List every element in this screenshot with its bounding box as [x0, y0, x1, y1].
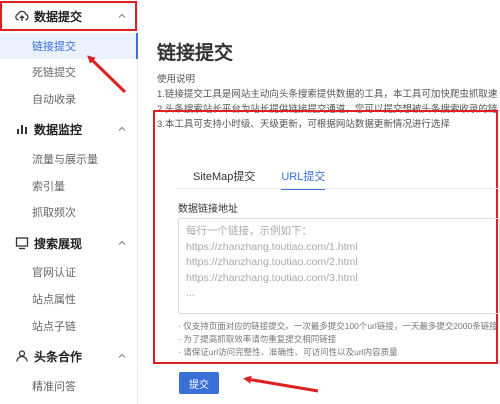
tab-url-submit[interactable]: URL提交 — [281, 168, 326, 190]
sidebar-item-traffic[interactable]: 流量与展示量 — [0, 146, 138, 172]
hint-line: · 仅支持页面对应的链接提交。一次最多提交100个url链接，一天最多提交200… — [178, 321, 498, 331]
annotation-box-sidebar — [0, 1, 137, 31]
chevron-up-icon — [118, 353, 126, 358]
field-label: 数据链接地址 — [178, 204, 238, 215]
chevron-up-icon — [118, 126, 126, 131]
textarea-placeholder-line: https://zhanzhang.toutiao.com/1.html — [186, 240, 358, 253]
sidebar-item-auto-index[interactable]: 自动收录 — [0, 86, 138, 112]
sidebar-item-site-sublinks[interactable]: 站点子链 — [0, 313, 138, 339]
textarea-placeholder-line: https://zhanzhang.toutiao.com/3.html — [186, 271, 358, 284]
textarea-placeholder-line: ... — [186, 287, 195, 299]
user-icon — [16, 350, 28, 362]
sidebar-item-official-cert[interactable]: 官网认证 — [0, 259, 138, 285]
arrow-to-submit-button — [243, 375, 319, 393]
sidebar: 数据提交 链接提交 死链提交 自动收录 数据监控 流量与展示量 索引量 抓取频次… — [0, 0, 138, 404]
sidebar-group-toutiao-coop[interactable]: 头条合作 — [0, 343, 138, 369]
submit-hints: · 仅支持页面对应的链接提交。一次最多提交100个url链接，一天最多提交200… — [178, 320, 500, 359]
sidebar-group-label: 数据监控 — [34, 122, 83, 137]
bar-chart-icon — [17, 125, 27, 134]
sidebar-item-precise-qa[interactable]: 精准问答 — [0, 373, 138, 399]
sidebar-item-site-attributes[interactable]: 站点属性 — [0, 286, 138, 312]
tab-divider — [176, 188, 500, 189]
submit-button[interactable]: 提交 — [179, 372, 219, 394]
usage-note-line: 1.链接提交工具是网站主动向头条搜索提供数据的工具，本工具可加快爬虫抓取速 — [157, 89, 498, 100]
page-title: 链接提交 — [157, 43, 234, 64]
sidebar-group-label: 头条合作 — [34, 349, 83, 364]
textarea-placeholder-line: https://zhanzhang.toutiao.com/2.html — [186, 256, 358, 268]
hint-line: · 请保证url访问完整性、准确性、可访问性以及url内容质量 — [178, 347, 398, 357]
sidebar-item-dead-link-submit[interactable]: 死链提交 — [0, 59, 138, 85]
textarea-placeholder-line: 每行一个链接，示例如下： — [186, 225, 312, 237]
monitor-icon — [15, 237, 29, 250]
sidebar-item-index-count[interactable]: 索引量 — [0, 173, 138, 199]
sidebar-item-link-submit[interactable]: 链接提交 — [0, 33, 138, 59]
chevron-up-icon — [118, 240, 126, 245]
usage-notes-heading: 使用说明 — [157, 74, 196, 85]
link-textarea[interactable]: 每行一个链接，示例如下： https://zhanzhang.toutiao.c… — [178, 218, 500, 314]
sidebar-group-search-display[interactable]: 搜索展现 — [0, 230, 138, 256]
submit-tabs: SiteMap提交 URL提交 — [193, 168, 326, 190]
sidebar-group-data-monitor[interactable]: 数据监控 — [0, 116, 138, 142]
sidebar-group-label: 搜索展现 — [34, 236, 83, 251]
hint-line: · 为了提高抓取效率请勿重复提交相同链接 — [178, 334, 337, 344]
sidebar-item-crawl-frequency[interactable]: 抓取频次 — [0, 199, 138, 225]
tab-sitemap-submit[interactable]: SiteMap提交 — [193, 168, 255, 190]
